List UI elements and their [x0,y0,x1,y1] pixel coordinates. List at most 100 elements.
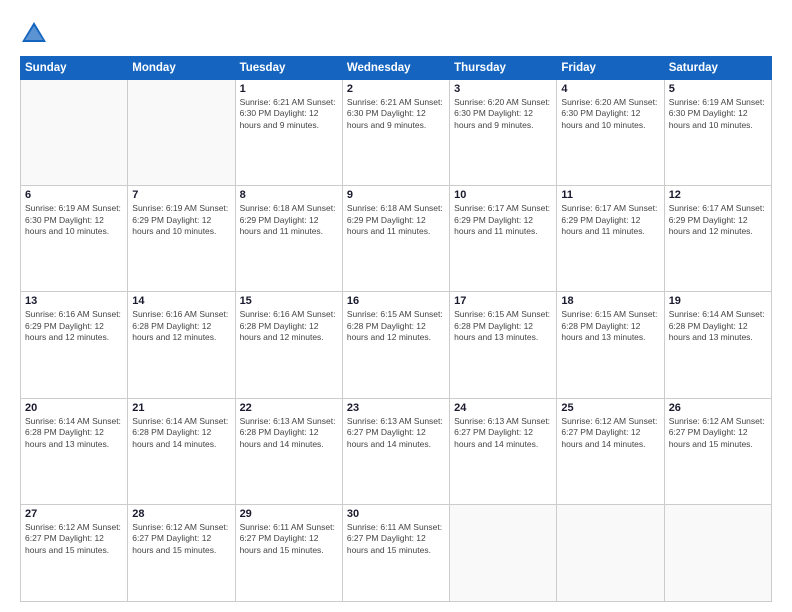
week-row-3: 13Sunrise: 6:16 AM Sunset: 6:29 PM Dayli… [21,292,772,398]
calendar-body: 1 Sunrise: 6:21 AM Sunset: 6:30 PM Daylig… [21,80,772,602]
day-number: 3 [454,83,552,95]
week-row-1: 1 Sunrise: 6:21 AM Sunset: 6:30 PM Daylig… [21,80,772,186]
day-number: 4 [561,83,659,95]
day-number: 20 [25,402,123,414]
day-number: 7 [132,189,230,201]
calendar-cell: 27 Sunrise: 6:12 AM Sunset: 6:27 PM Dayli… [21,504,128,601]
day-info: Sunrise: 6:20 AM Sunset: 6:30 PM Dayligh… [454,97,552,131]
day-number: 27 [25,508,123,520]
day-number: 15 [240,295,338,307]
calendar-cell: 28 Sunrise: 6:12 AM Sunset: 6:27 PM Dayli… [128,504,235,601]
calendar-cell: 13Sunrise: 6:16 AM Sunset: 6:29 PM Dayli… [21,292,128,398]
calendar-header: SundayMondayTuesdayWednesdayThursdayFrid… [21,57,772,80]
day-info: Sunrise: 6:19 AM Sunset: 6:29 PM Dayligh… [132,203,230,237]
day-info: Sunrise: 6:21 AM Sunset: 6:30 PM Dayligh… [347,97,445,131]
calendar-cell: 24Sunrise: 6:13 AM Sunset: 6:27 PM Dayli… [450,398,557,504]
day-number: 13 [25,295,123,307]
day-info: Sunrise: 6:17 AM Sunset: 6:29 PM Dayligh… [561,203,659,237]
calendar-cell: 4 Sunrise: 6:20 AM Sunset: 6:30 PM Daylig… [557,80,664,186]
day-number: 6 [25,189,123,201]
calendar-cell: 1 Sunrise: 6:21 AM Sunset: 6:30 PM Daylig… [235,80,342,186]
day-info: Sunrise: 6:16 AM Sunset: 6:28 PM Dayligh… [240,309,338,343]
calendar-cell: 8Sunrise: 6:18 AM Sunset: 6:29 PM Daylig… [235,186,342,292]
day-number: 19 [669,295,767,307]
day-number: 14 [132,295,230,307]
day-number: 29 [240,508,338,520]
calendar-table: SundayMondayTuesdayWednesdayThursdayFrid… [20,56,772,602]
calendar-cell: 18 Sunrise: 6:15 AM Sunset: 6:28 PM Dayli… [557,292,664,398]
calendar-cell [128,80,235,186]
day-info: Sunrise: 6:17 AM Sunset: 6:29 PM Dayligh… [454,203,552,237]
day-info: Sunrise: 6:13 AM Sunset: 6:27 PM Dayligh… [347,416,445,450]
day-number: 23 [347,402,445,414]
header [20,18,772,46]
calendar-cell: 26 Sunrise: 6:12 AM Sunset: 6:27 PM Dayli… [664,398,771,504]
day-info: Sunrise: 6:18 AM Sunset: 6:29 PM Dayligh… [240,203,338,237]
week-row-4: 20 Sunrise: 6:14 AM Sunset: 6:28 PM Dayli… [21,398,772,504]
day-number: 25 [561,402,659,414]
calendar-cell: 22 Sunrise: 6:13 AM Sunset: 6:28 PM Dayli… [235,398,342,504]
calendar-cell: 16Sunrise: 6:15 AM Sunset: 6:28 PM Dayli… [342,292,449,398]
calendar-cell: 12Sunrise: 6:17 AM Sunset: 6:29 PM Dayli… [664,186,771,292]
day-info: Sunrise: 6:20 AM Sunset: 6:30 PM Dayligh… [561,97,659,131]
calendar-cell: 2 Sunrise: 6:21 AM Sunset: 6:30 PM Daylig… [342,80,449,186]
day-info: Sunrise: 6:13 AM Sunset: 6:28 PM Dayligh… [240,416,338,450]
day-number: 26 [669,402,767,414]
calendar-cell: 21 Sunrise: 6:14 AM Sunset: 6:28 PM Dayli… [128,398,235,504]
day-info: Sunrise: 6:15 AM Sunset: 6:28 PM Dayligh… [454,309,552,343]
day-info: Sunrise: 6:12 AM Sunset: 6:27 PM Dayligh… [669,416,767,450]
day-info: Sunrise: 6:15 AM Sunset: 6:28 PM Dayligh… [561,309,659,343]
day-number: 12 [669,189,767,201]
calendar-cell: 30 Sunrise: 6:11 AM Sunset: 6:27 PM Dayli… [342,504,449,601]
calendar-cell: 23 Sunrise: 6:13 AM Sunset: 6:27 PM Dayli… [342,398,449,504]
logo [20,18,52,46]
day-header-saturday: Saturday [664,57,771,80]
calendar-cell: 19 Sunrise: 6:14 AM Sunset: 6:28 PM Dayli… [664,292,771,398]
calendar-cell [450,504,557,601]
logo-icon [20,18,48,46]
calendar-cell: 11 Sunrise: 6:17 AM Sunset: 6:29 PM Dayli… [557,186,664,292]
day-number: 1 [240,83,338,95]
calendar-cell [21,80,128,186]
calendar-cell: 14 Sunrise: 6:16 AM Sunset: 6:28 PM Dayli… [128,292,235,398]
day-number: 22 [240,402,338,414]
day-info: Sunrise: 6:14 AM Sunset: 6:28 PM Dayligh… [132,416,230,450]
calendar-cell: 20 Sunrise: 6:14 AM Sunset: 6:28 PM Dayli… [21,398,128,504]
day-number: 30 [347,508,445,520]
header-row: SundayMondayTuesdayWednesdayThursdayFrid… [21,57,772,80]
calendar-cell: 10 Sunrise: 6:17 AM Sunset: 6:29 PM Dayli… [450,186,557,292]
day-info: Sunrise: 6:12 AM Sunset: 6:27 PM Dayligh… [25,522,123,556]
page: SundayMondayTuesdayWednesdayThursdayFrid… [0,0,792,612]
day-info: Sunrise: 6:14 AM Sunset: 6:28 PM Dayligh… [669,309,767,343]
day-header-sunday: Sunday [21,57,128,80]
calendar-cell: 6 Sunrise: 6:19 AM Sunset: 6:30 PM Daylig… [21,186,128,292]
day-number: 10 [454,189,552,201]
day-info: Sunrise: 6:19 AM Sunset: 6:30 PM Dayligh… [25,203,123,237]
day-info: Sunrise: 6:14 AM Sunset: 6:28 PM Dayligh… [25,416,123,450]
week-row-2: 6 Sunrise: 6:19 AM Sunset: 6:30 PM Daylig… [21,186,772,292]
day-number: 9 [347,189,445,201]
day-info: Sunrise: 6:16 AM Sunset: 6:28 PM Dayligh… [132,309,230,343]
day-header-friday: Friday [557,57,664,80]
day-info: Sunrise: 6:18 AM Sunset: 6:29 PM Dayligh… [347,203,445,237]
day-info: Sunrise: 6:21 AM Sunset: 6:30 PM Dayligh… [240,97,338,131]
day-info: Sunrise: 6:12 AM Sunset: 6:27 PM Dayligh… [132,522,230,556]
day-number: 28 [132,508,230,520]
day-info: Sunrise: 6:11 AM Sunset: 6:27 PM Dayligh… [347,522,445,556]
day-header-wednesday: Wednesday [342,57,449,80]
calendar-cell [664,504,771,601]
calendar-cell: 3 Sunrise: 6:20 AM Sunset: 6:30 PM Daylig… [450,80,557,186]
calendar-cell: 5Sunrise: 6:19 AM Sunset: 6:30 PM Daylig… [664,80,771,186]
day-number: 17 [454,295,552,307]
day-number: 21 [132,402,230,414]
day-info: Sunrise: 6:13 AM Sunset: 6:27 PM Dayligh… [454,416,552,450]
day-info: Sunrise: 6:15 AM Sunset: 6:28 PM Dayligh… [347,309,445,343]
day-number: 11 [561,189,659,201]
day-number: 2 [347,83,445,95]
day-info: Sunrise: 6:11 AM Sunset: 6:27 PM Dayligh… [240,522,338,556]
week-row-5: 27 Sunrise: 6:12 AM Sunset: 6:27 PM Dayli… [21,504,772,601]
day-number: 5 [669,83,767,95]
calendar-cell: 15 Sunrise: 6:16 AM Sunset: 6:28 PM Dayli… [235,292,342,398]
day-number: 18 [561,295,659,307]
calendar-cell: 7 Sunrise: 6:19 AM Sunset: 6:29 PM Daylig… [128,186,235,292]
